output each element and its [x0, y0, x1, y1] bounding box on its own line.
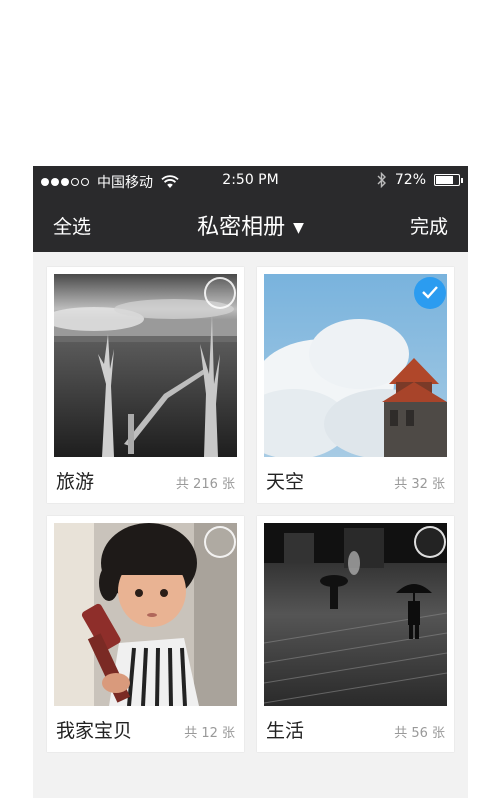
album-name: 生活 [266, 720, 305, 742]
select-circle-travel[interactable] [204, 277, 236, 309]
status-bar: 中国移动 2:50 PM 72% [33, 166, 468, 196]
album-count: 共 12 张 [184, 726, 235, 741]
album-card-life[interactable]: 生活 共 56 张 [257, 516, 454, 752]
album-name: 天空 [266, 471, 305, 493]
album-count: 共 56 张 [394, 726, 445, 741]
album-name: 我家宝贝 [56, 720, 133, 742]
battery-percent: 72% [394, 172, 426, 188]
select-circle-sky[interactable] [414, 277, 446, 309]
phone-screen: 中国移动 2:50 PM 72% 全选 私密相册 ▼ 完成 旅游 共 216 张… [33, 166, 468, 798]
page-title: 私密相册 [197, 215, 286, 240]
battery-fill [436, 176, 454, 184]
album-count: 共 216 张 [175, 477, 235, 492]
status-right: 72% [377, 172, 463, 188]
select-circle-baby[interactable] [204, 526, 236, 558]
album-name: 旅游 [56, 471, 95, 493]
album-card-sky[interactable]: 天空 共 32 张 [257, 267, 454, 503]
album-count: 共 32 张 [394, 477, 445, 492]
album-card-baby[interactable]: 我家宝贝 共 12 张 [47, 516, 244, 752]
done-button[interactable]: 完成 [410, 212, 448, 239]
checkmark-icon [422, 286, 438, 299]
caret-down-icon: ▼ [293, 220, 304, 236]
battery-icon [434, 174, 463, 186]
select-circle-life[interactable] [414, 526, 446, 558]
nav-bar: 全选 私密相册 ▼ 完成 [33, 196, 468, 252]
bluetooth-icon [377, 172, 386, 188]
album-title-dropdown[interactable]: 私密相册 ▼ [33, 209, 468, 241]
album-card-travel[interactable]: 旅游 共 216 张 [47, 267, 244, 503]
